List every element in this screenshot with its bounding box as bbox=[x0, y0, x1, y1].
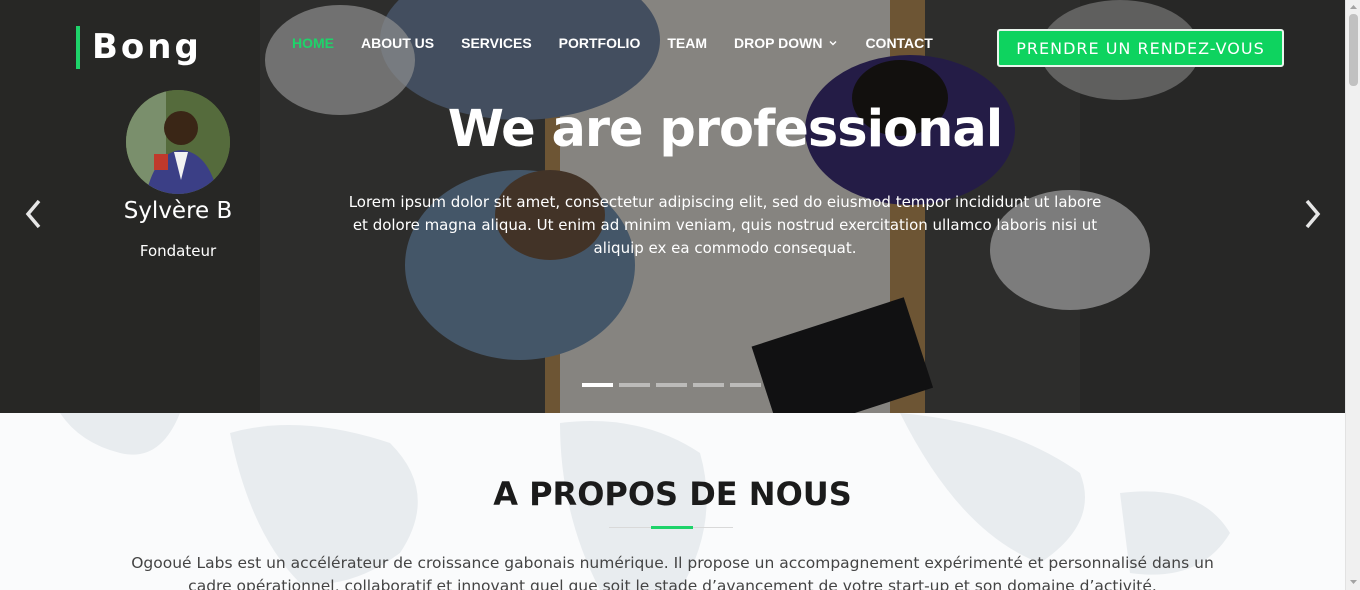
scroll-up-arrow-icon[interactable] bbox=[1349, 3, 1358, 11]
carousel-indicator[interactable] bbox=[619, 383, 650, 387]
avatar bbox=[126, 90, 230, 194]
carousel-next-button[interactable] bbox=[1298, 196, 1326, 232]
book-appointment-button[interactable]: PRENDRE UN RENDEZ-VOUS bbox=[997, 29, 1284, 67]
about-title: A PROPOS DE NOUS bbox=[493, 475, 852, 513]
page-scrollbar[interactable] bbox=[1345, 0, 1360, 590]
carousel-indicators bbox=[582, 383, 767, 387]
nav-contact[interactable]: CONTACT bbox=[865, 33, 932, 53]
hero-description: Lorem ipsum dolor sit amet, consectetur … bbox=[348, 193, 1102, 257]
hero-carousel: Bong HOME ABOUT US SERVICES PORTFOLIO TE… bbox=[0, 0, 1345, 413]
chevron-right-icon bbox=[1305, 199, 1321, 229]
nav-services[interactable]: SERVICES bbox=[461, 33, 532, 53]
carousel-indicator[interactable] bbox=[730, 383, 761, 387]
title-divider-accent bbox=[651, 526, 693, 529]
carousel-indicator[interactable] bbox=[582, 383, 613, 387]
founder-role: Fondateur bbox=[139, 242, 217, 260]
nav-portfolio[interactable]: PORTFOLIO bbox=[559, 33, 641, 53]
nav-drop-down-label: DROP DOWN bbox=[734, 35, 823, 51]
scroll-down-arrow-icon[interactable] bbox=[1349, 578, 1358, 586]
nav-about-us[interactable]: ABOUT US bbox=[361, 33, 434, 53]
brand-logo[interactable]: Bong bbox=[76, 26, 202, 69]
hero-title: We are professional bbox=[447, 100, 1004, 159]
chevron-left-icon bbox=[25, 199, 41, 229]
chevron-down-icon bbox=[829, 41, 837, 46]
carousel-indicator[interactable] bbox=[693, 383, 724, 387]
carousel-indicator[interactable] bbox=[656, 383, 687, 387]
carousel-prev-button[interactable] bbox=[20, 196, 48, 232]
nav-team[interactable]: TEAM bbox=[667, 33, 707, 53]
founder-profile: Sylvère B Fondateur bbox=[106, 90, 250, 260]
nav-home[interactable]: HOME bbox=[292, 33, 334, 53]
scrollbar-thumb[interactable] bbox=[1349, 14, 1358, 86]
nav-drop-down[interactable]: DROP DOWN bbox=[734, 33, 838, 53]
main-nav: HOME ABOUT US SERVICES PORTFOLIO TEAM DR… bbox=[292, 33, 960, 53]
founder-name: Sylvère B bbox=[123, 198, 233, 224]
about-section: A PROPOS DE NOUS Ogooué Labs est un accé… bbox=[0, 413, 1345, 590]
about-description: Ogooué Labs est un accélérateur de crois… bbox=[131, 554, 1214, 590]
